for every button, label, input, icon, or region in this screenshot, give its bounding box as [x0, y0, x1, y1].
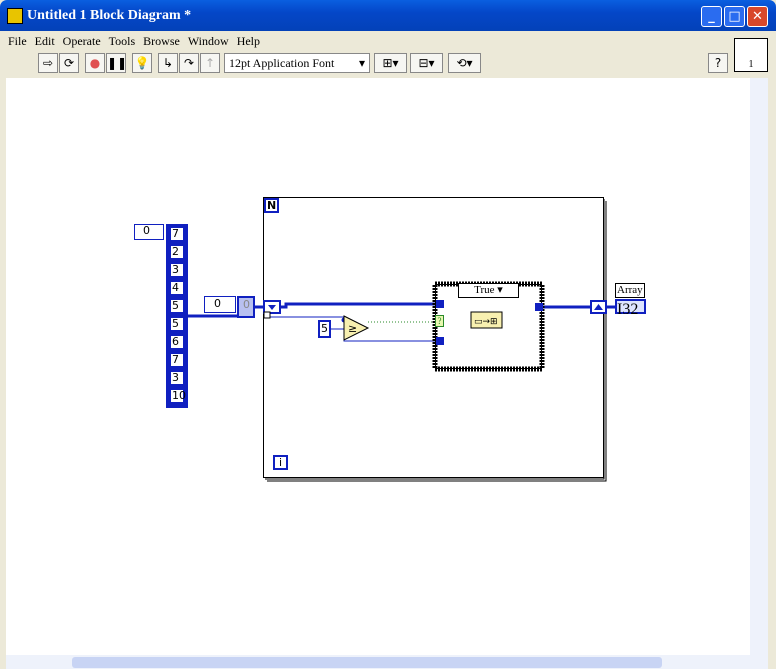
- array-element[interactable]: 2: [169, 244, 185, 260]
- wires-layer: ≥ ▭→⊞: [188, 197, 615, 482]
- index-control[interactable]: 0: [204, 296, 236, 313]
- case-output-tunnel: [535, 303, 543, 311]
- array-element[interactable]: 7: [169, 226, 185, 242]
- empty-array-element[interactable]: 0: [237, 296, 255, 318]
- array-index-display[interactable]: 0: [134, 224, 164, 240]
- loop-count-terminal[interactable]: N: [264, 198, 279, 213]
- array-element[interactable]: 4: [169, 280, 185, 296]
- svg-text:▭→⊞: ▭→⊞: [474, 317, 498, 327]
- array-element[interactable]: 5: [169, 316, 185, 332]
- loop-iteration-terminal[interactable]: i: [273, 455, 288, 470]
- array-element[interactable]: 6: [169, 334, 185, 350]
- element-wire: [270, 316, 345, 323]
- array-element[interactable]: 3: [169, 370, 185, 386]
- numeric-constant[interactable]: 5: [318, 320, 331, 338]
- array-element[interactable]: 10: [169, 388, 186, 404]
- case-input-tunnel: [436, 300, 444, 308]
- array-element[interactable]: 5: [169, 298, 185, 314]
- indicator-label: Array: [615, 283, 645, 298]
- case-selector-label: True: [474, 284, 495, 296]
- svg-text:≥: ≥: [348, 322, 357, 335]
- array-indicator[interactable]: I32: [615, 299, 646, 318]
- array-element[interactable]: 3: [169, 262, 185, 278]
- case-selector[interactable]: True ▾: [458, 283, 519, 298]
- selector-terminal: ?: [435, 315, 444, 327]
- array-element[interactable]: 7: [169, 352, 185, 368]
- index-tunnel: [263, 311, 271, 319]
- array-in-wire: [280, 302, 436, 309]
